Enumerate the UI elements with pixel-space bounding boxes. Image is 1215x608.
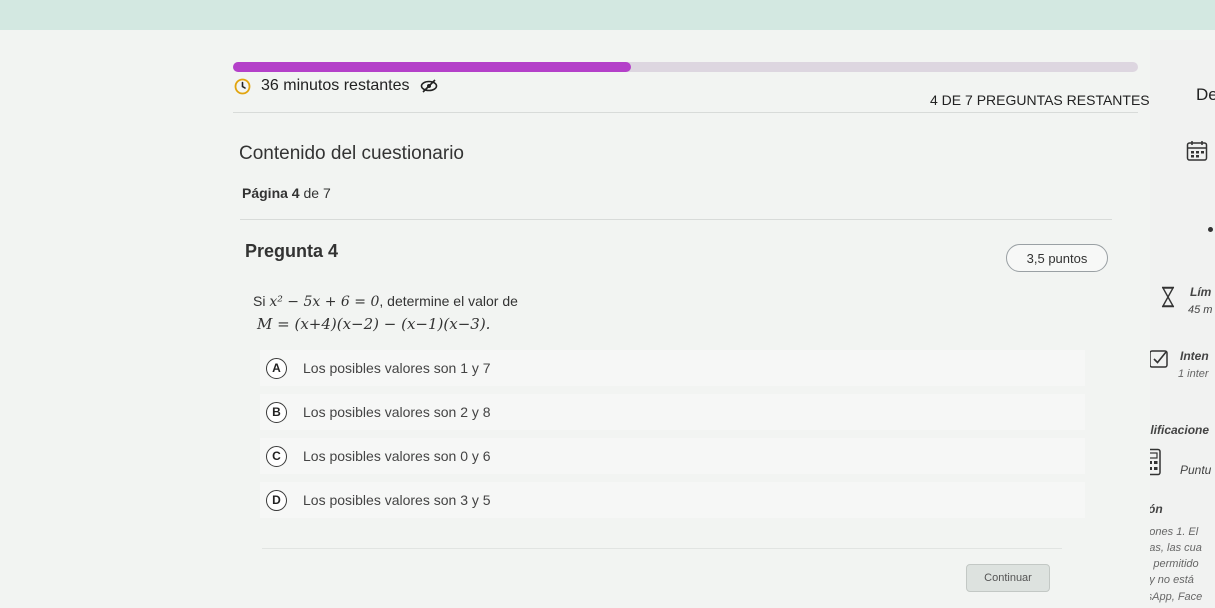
attempts-value: 1 inter [1178,368,1209,380]
calculator-icon [1150,448,1162,481]
grading-label: Calificacione [1150,423,1210,437]
hide-timer-icon[interactable] [420,79,438,93]
description-line-5: por WhatsApp, Face [1150,591,1203,603]
option-c-text: Los posibles valores son 0 y 6 [303,448,491,464]
limit-value: 45 m [1188,304,1213,316]
option-b-letter: B [266,401,287,423]
description-label: Descripción [1150,502,1163,516]
option-d-letter: D [266,489,287,511]
quiz-progress-fill [233,62,632,72]
calendar-icon [1186,140,1208,167]
option-d[interactable]: D Los posibles valores son 3 y 5 [260,482,1085,518]
description-line-3: NO está permitido [1150,558,1199,570]
quiz-progress-bar [233,62,1138,72]
details-sidebar: De Lím 45 m Inten 1 inter Calificacione [1150,40,1215,608]
question-title: Pregunta 4 [245,241,339,261]
question-expression: M = (x+4)(x−2) − (x−1)(x−3). [257,315,490,333]
hourglass-icon [1160,286,1176,313]
description-line-4: personal y no está [1150,574,1194,586]
description-line-1: Indicaciones 1. El [1150,526,1199,538]
attempts-check-icon [1150,348,1170,375]
timer-text: 36 minutos restantes [261,77,410,94]
timer: 36 minutos restantes [234,76,438,96]
question-equation: x² − 5x + 6 = 0 [269,294,380,310]
question-text: Si x² − 5x + 6 = 0, determine el valor d… [253,293,518,310]
option-a-text: Los posibles valores son 1 y 7 [303,360,491,376]
page-total: 7 [322,185,331,201]
timer-icon [234,78,251,95]
option-c[interactable]: C Los posibles valores son 0 y 6 [260,438,1085,474]
option-c-letter: C [266,445,287,467]
option-b[interactable]: B Los posibles valores son 2 y 8 [260,394,1085,430]
remaining-questions: 4 DE 7 PREGUNTAS RESTANTES [930,92,1150,108]
option-d-text: Los posibles valores son 3 y 5 [303,492,491,508]
option-a-letter: A [266,357,287,379]
option-a[interactable]: A Los posibles valores son 1 y 7 [260,350,1085,386]
quiz-page [0,30,1215,608]
sidebar-dot [1208,227,1213,232]
attempts-label: Inten [1180,349,1209,363]
score-label: Puntu [1180,463,1212,477]
option-b-text: Los posibles valores son 2 y 8 [303,404,491,420]
question-expression-text: M = (x+4)(x−2) − (x−1)(x−3). [257,315,491,333]
content-title: Contenido del cuestionario [239,143,464,164]
sidebar-heading: De [1196,85,1215,104]
options-divider [262,548,1062,549]
header-divider [233,112,1138,113]
points-badge: 3,5 puntos [1006,244,1108,272]
page-divider [240,219,1112,220]
description-line-2: preguntas, las cua [1150,542,1202,554]
question-intro-prefix: Si [253,293,266,309]
page-indicator: Página 4 de 7 [242,185,331,201]
page-current: 4 [291,185,300,201]
page-separator: de [303,185,320,201]
continue-button[interactable]: Continuar [966,564,1050,592]
page-label: Página [242,185,288,201]
limit-label: Lím [1190,285,1212,299]
question-intro-suffix: , determine el valor de [379,293,518,309]
